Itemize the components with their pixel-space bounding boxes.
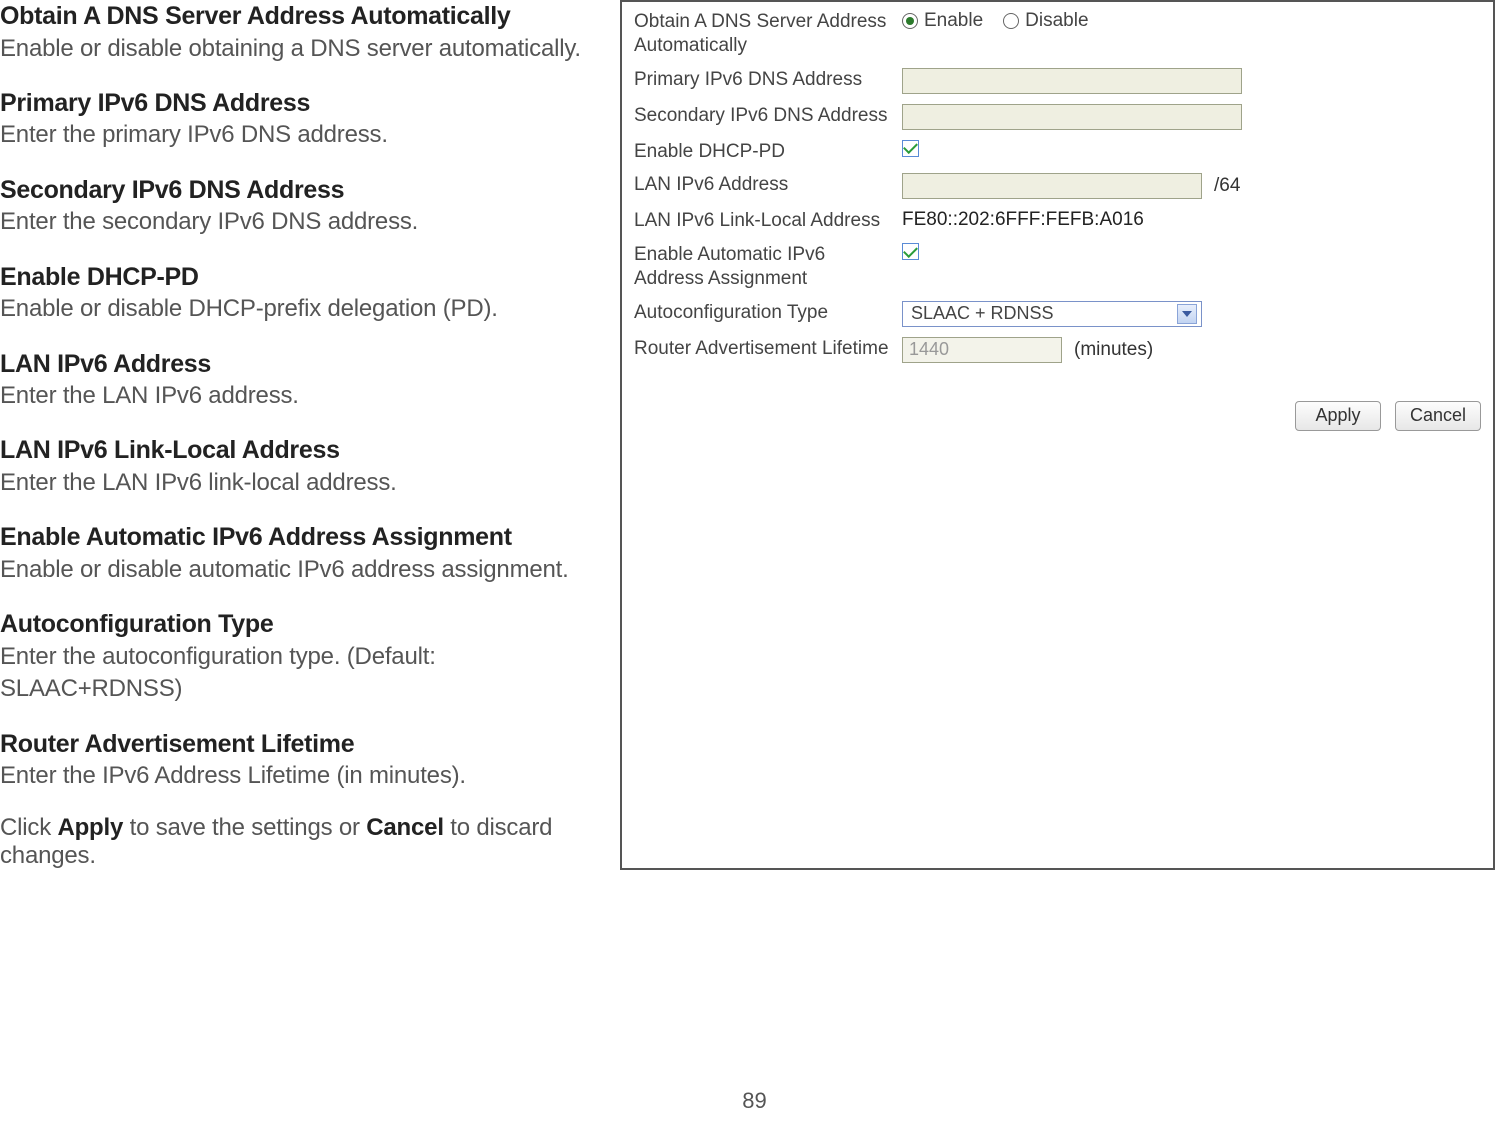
- doc-title: LAN IPv6 Address: [0, 348, 600, 381]
- row-lan-linklocal: LAN IPv6 Link-Local Address FE80::202:6F…: [634, 209, 1481, 233]
- doc-title: Autoconfiguration Type: [0, 608, 600, 641]
- page-number: 89: [0, 1088, 1509, 1114]
- settings-panel: Obtain A DNS Server Address Automaticall…: [620, 0, 1495, 870]
- label-primary-dns: Primary IPv6 DNS Address: [634, 68, 902, 92]
- doc-item: Enable DHCP-PD Enable or disable DHCP-pr…: [0, 261, 600, 326]
- doc-footer-cancel: Cancel: [366, 814, 444, 841]
- button-row: Apply Cancel: [634, 401, 1481, 431]
- doc-title: LAN IPv6 Link-Local Address: [0, 434, 600, 467]
- doc-title: Obtain A DNS Server Address Automaticall…: [0, 0, 600, 33]
- radio-enable-label: Enable: [924, 10, 983, 32]
- doc-desc: Enable or disable automatic IPv6 address…: [0, 554, 600, 586]
- doc-item: Secondary IPv6 DNS Address Enter the sec…: [0, 174, 600, 239]
- doc-item: Enable Automatic IPv6 Address Assignment…: [0, 521, 600, 586]
- doc-item: Autoconfiguration Type Enter the autocon…: [0, 608, 600, 705]
- doc-column: Obtain A DNS Server Address Automaticall…: [0, 0, 620, 870]
- row-dhcp-pd: Enable DHCP-PD: [634, 140, 1481, 164]
- doc-item: Primary IPv6 DNS Address Enter the prima…: [0, 87, 600, 152]
- label-lan-linklocal: LAN IPv6 Link-Local Address: [634, 209, 902, 233]
- ra-lifetime-suffix: (minutes): [1074, 339, 1153, 361]
- cancel-button[interactable]: Cancel: [1395, 401, 1481, 431]
- chevron-down-icon: [1177, 304, 1197, 324]
- doc-desc: Enable or disable DHCP-prefix delegation…: [0, 293, 600, 325]
- doc-item: LAN IPv6 Address Enter the LAN IPv6 addr…: [0, 348, 600, 413]
- doc-desc: Enter the autoconfiguration type. (Defau…: [0, 641, 600, 706]
- row-ra-lifetime: Router Advertisement Lifetime (minutes): [634, 337, 1481, 363]
- row-secondary-dns: Secondary IPv6 DNS Address: [634, 104, 1481, 130]
- row-obtain-dns: Obtain A DNS Server Address Automaticall…: [634, 10, 1481, 58]
- doc-title: Secondary IPv6 DNS Address: [0, 174, 600, 207]
- input-ra-lifetime[interactable]: [902, 337, 1062, 363]
- doc-desc: Enter the LAN IPv6 address.: [0, 380, 600, 412]
- checkbox-auto-assign[interactable]: [902, 243, 919, 260]
- value-lan-linklocal: FE80::202:6FFF:FEFB:A016: [902, 209, 1144, 231]
- row-auto-assign: Enable Automatic IPv6 Address Assignment: [634, 243, 1481, 291]
- input-lan-ipv6[interactable]: [902, 173, 1202, 199]
- radio-enable[interactable]: [902, 13, 918, 29]
- doc-desc: Enter the LAN IPv6 link-local address.: [0, 467, 600, 499]
- label-obtain-dns: Obtain A DNS Server Address Automaticall…: [634, 10, 902, 58]
- lan-ipv6-suffix: /64: [1214, 175, 1240, 197]
- checkbox-dhcp-pd[interactable]: [902, 140, 919, 157]
- select-autoconfig[interactable]: SLAAC + RDNSS: [902, 301, 1202, 327]
- radio-disable[interactable]: [1003, 13, 1019, 29]
- label-auto-assign: Enable Automatic IPv6 Address Assignment: [634, 243, 902, 291]
- doc-footer-text: to save the settings or: [123, 814, 366, 841]
- label-autoconfig: Autoconfiguration Type: [634, 301, 902, 325]
- row-autoconfig: Autoconfiguration Type SLAAC + RDNSS: [634, 301, 1481, 327]
- doc-desc: Enter the IPv6 Address Lifetime (in minu…: [0, 760, 600, 792]
- doc-footer-apply: Apply: [57, 814, 123, 841]
- doc-footer-text: Click: [0, 814, 57, 841]
- label-secondary-dns: Secondary IPv6 DNS Address: [634, 104, 902, 128]
- apply-button[interactable]: Apply: [1295, 401, 1381, 431]
- doc-desc: Enter the secondary IPv6 DNS address.: [0, 206, 600, 238]
- doc-title: Enable DHCP-PD: [0, 261, 600, 294]
- doc-title: Primary IPv6 DNS Address: [0, 87, 600, 120]
- input-secondary-dns[interactable]: [902, 104, 1242, 130]
- doc-title: Enable Automatic IPv6 Address Assignment: [0, 521, 600, 554]
- row-lan-ipv6: LAN IPv6 Address /64: [634, 173, 1481, 199]
- doc-desc: Enter the primary IPv6 DNS address.: [0, 119, 600, 151]
- radio-disable-label: Disable: [1025, 10, 1088, 32]
- row-primary-dns: Primary IPv6 DNS Address: [634, 68, 1481, 94]
- doc-desc: Enable or disable obtaining a DNS server…: [0, 33, 600, 65]
- select-autoconfig-value: SLAAC + RDNSS: [911, 303, 1054, 324]
- doc-item: Obtain A DNS Server Address Automaticall…: [0, 0, 600, 65]
- label-lan-ipv6: LAN IPv6 Address: [634, 173, 902, 197]
- doc-title: Router Advertisement Lifetime: [0, 728, 600, 761]
- label-ra-lifetime: Router Advertisement Lifetime: [634, 337, 902, 361]
- doc-footer: Click Apply to save the settings or Canc…: [0, 814, 600, 870]
- doc-item: Router Advertisement Lifetime Enter the …: [0, 728, 600, 793]
- doc-item: LAN IPv6 Link-Local Address Enter the LA…: [0, 434, 600, 499]
- label-dhcp-pd: Enable DHCP-PD: [634, 140, 902, 164]
- input-primary-dns[interactable]: [902, 68, 1242, 94]
